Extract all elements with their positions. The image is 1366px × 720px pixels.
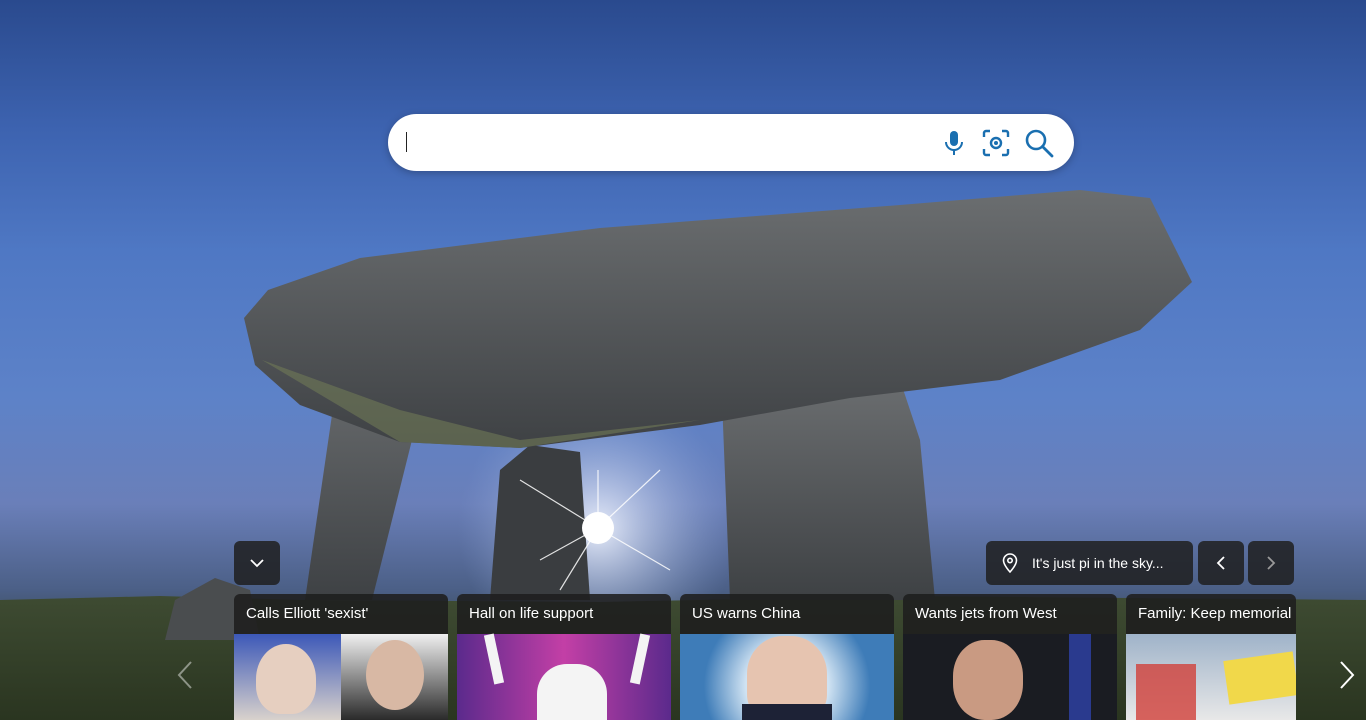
news-card-image: [1126, 634, 1296, 720]
news-card-image: [457, 633, 671, 720]
chevron-right-icon: [1340, 661, 1355, 689]
microphone-icon[interactable]: [939, 128, 969, 158]
image-title: It's just pi in the sky...: [1032, 555, 1164, 571]
news-card[interactable]: Hall on life support: [457, 594, 671, 720]
news-card[interactable]: US warns China: [680, 594, 894, 720]
news-card-title: US warns China: [680, 594, 894, 634]
chevron-down-icon: [250, 559, 264, 568]
carousel-next-button[interactable]: [1332, 655, 1362, 695]
news-card-title: Calls Elliott 'sexist': [234, 594, 448, 634]
news-card-image: [680, 634, 894, 720]
search-icon[interactable]: [1024, 128, 1054, 158]
location-pin-icon: [1002, 553, 1018, 573]
chevron-left-icon: [177, 661, 192, 689]
carousel-prev-button[interactable]: [170, 655, 200, 695]
news-card[interactable]: Calls Elliott 'sexist': [234, 594, 448, 720]
news-card[interactable]: Family: Keep memorial: [1126, 594, 1296, 720]
visual-search-icon[interactable]: [981, 128, 1011, 158]
next-image-button[interactable]: [1248, 541, 1294, 585]
news-card-title: Hall on life support: [457, 594, 671, 634]
news-card-title: Family: Keep memorial: [1126, 594, 1296, 634]
collapse-feed-button[interactable]: [234, 541, 280, 585]
search-input[interactable]: [404, 124, 918, 162]
text-caret: [406, 132, 407, 152]
news-card[interactable]: Wants jets from West: [903, 594, 1117, 720]
previous-image-button[interactable]: [1198, 541, 1244, 585]
news-card-image: [234, 634, 448, 720]
news-card-image: [903, 634, 1117, 720]
image-info-button[interactable]: It's just pi in the sky...: [986, 541, 1193, 585]
news-card-title: Wants jets from West: [903, 594, 1117, 634]
chevron-right-icon: [1267, 556, 1276, 570]
search-box[interactable]: [388, 114, 1074, 171]
chevron-left-icon: [1216, 556, 1225, 570]
